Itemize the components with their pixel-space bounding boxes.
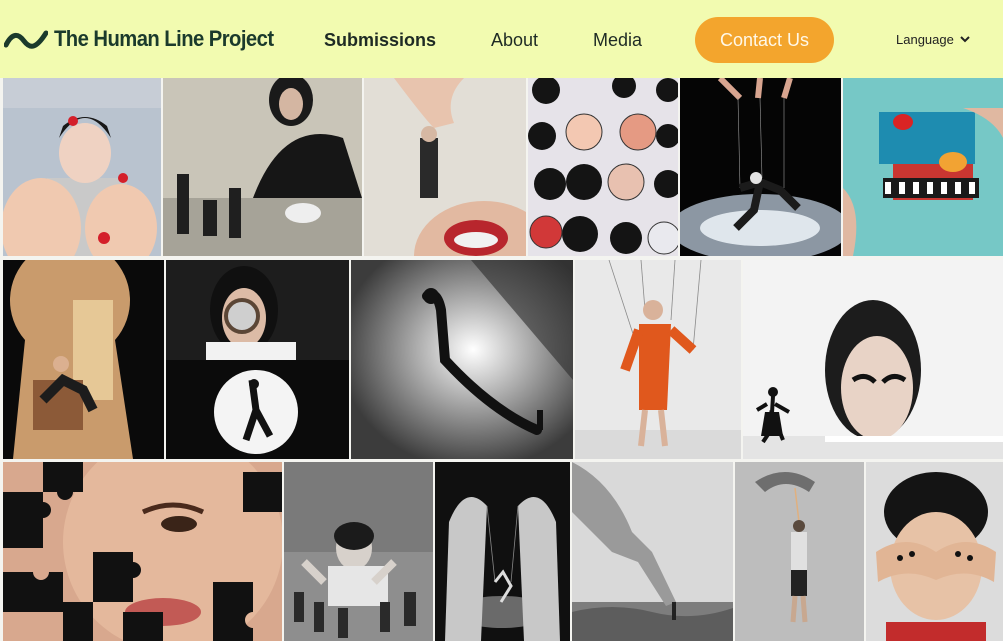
gallery-image-keyhole[interactable] — [3, 260, 164, 459]
contact-us-button[interactable]: Contact Us — [695, 17, 834, 63]
nav-about[interactable]: About — [491, 30, 538, 51]
gallery-image-hands-face[interactable] — [3, 78, 161, 256]
gallery-image-studio-scene[interactable] — [843, 78, 1003, 256]
logo-text: The Human Line Project — [54, 26, 274, 51]
gallery-image-puppeteer-figures[interactable] — [163, 78, 362, 256]
gallery-image-hand-arches[interactable] — [435, 462, 570, 641]
gallery-image-puzzle-face[interactable] — [3, 462, 282, 641]
gallery-image-face-tiny-figure[interactable] — [743, 260, 1003, 459]
language-label: Language — [896, 32, 954, 47]
wave-logo-icon — [4, 30, 48, 49]
gallery-image-hand-string-boy[interactable] — [735, 462, 864, 641]
nav-media[interactable]: Media — [593, 30, 642, 51]
gallery-image-orange-marionette[interactable] — [575, 260, 741, 459]
site-header: The Human Line Project Submissions About… — [0, 0, 1003, 78]
gallery-image-finger-puppet[interactable] — [364, 78, 526, 256]
language-selector[interactable]: Language — [896, 32, 970, 47]
gallery-image-circles-eyes[interactable] — [528, 78, 678, 256]
chevron-down-icon — [960, 36, 970, 43]
nav-submissions[interactable]: Submissions — [324, 30, 436, 51]
gallery-image-marionette-dancer[interactable] — [680, 78, 841, 256]
gallery-image-covered-eyes[interactable] — [866, 462, 1003, 641]
gallery-image-magnifier-spotlight[interactable] — [166, 260, 349, 459]
gallery-image-giant-finger[interactable] — [572, 462, 733, 641]
gallery-image-long-shadow[interactable] — [351, 260, 573, 459]
gallery-image-chess-pieces[interactable] — [284, 462, 433, 641]
logo-link[interactable]: The Human Line Project — [4, 22, 293, 56]
